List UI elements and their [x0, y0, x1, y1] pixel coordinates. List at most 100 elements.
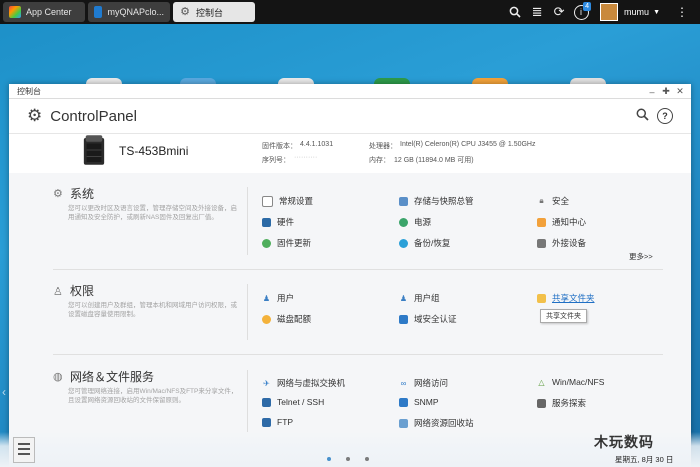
quota-icon	[262, 314, 271, 324]
event-notification-icon[interactable]: i 4	[570, 0, 592, 24]
minimize-icon[interactable]: –	[645, 87, 659, 97]
item-label: 固件更新	[277, 238, 312, 248]
item-telnet-ssh[interactable]: Telnet / SSH	[262, 397, 324, 407]
item-user-groups[interactable]: ♟ 用户组	[399, 292, 440, 304]
hardware-icon	[262, 217, 271, 227]
item-users[interactable]: ♟ 用户	[262, 292, 294, 304]
divider	[53, 354, 663, 355]
section-title-privilege: 权限	[70, 284, 95, 298]
date-display: 星期五, 8月 30 日	[615, 455, 674, 464]
section-title-network: 网络＆文件服务	[70, 370, 155, 384]
divider	[247, 187, 248, 255]
more-link[interactable]: 更多>>	[629, 251, 653, 262]
item-label: 存储与快照总管	[414, 196, 474, 206]
taskbar-right: ≣ ⟳ i 4 mumu ▼ ⋮	[504, 0, 700, 24]
item-firmware-update[interactable]: 固件更新	[262, 237, 311, 249]
user-icon: ♟	[262, 293, 271, 303]
more-options-icon[interactable]: ⋮	[670, 5, 694, 19]
item-snmp[interactable]: SNMP	[399, 397, 439, 407]
window-titlebar[interactable]: 控制台 – ✚ ✕	[9, 84, 691, 99]
item-shared-folders[interactable]: 共享文件夹	[537, 292, 595, 304]
page-dot[interactable]	[365, 457, 369, 461]
tab-control-panel[interactable]: ⚙ 控制台	[173, 2, 255, 22]
item-label: 常规设置	[279, 196, 314, 206]
tab-myqnapcloud[interactable]: myQNAPclo...	[88, 2, 170, 22]
menu-line	[18, 448, 30, 450]
divider	[247, 370, 248, 432]
item-label: 域安全认证	[414, 314, 457, 324]
close-icon[interactable]: ✕	[673, 86, 687, 97]
item-label: 网络访问	[414, 378, 449, 388]
power-icon	[399, 217, 408, 227]
device-model: TS-453Bmini	[119, 144, 189, 158]
item-service-discovery[interactable]: 服务探索	[537, 397, 586, 409]
section-desc-network: 您可管理网络连接，启用Win/Mac/NFS及FTP来分享文件，且设置网络资源回…	[68, 388, 238, 404]
item-general-settings[interactable]: 常规设置	[262, 195, 313, 207]
window-controls: – ✚ ✕	[645, 84, 687, 99]
chevron-down-icon[interactable]: ▼	[653, 9, 660, 16]
item-label: Telnet / SSH	[277, 397, 325, 407]
item-label: 网络资源回收站	[414, 418, 474, 428]
search-icon[interactable]	[636, 108, 649, 124]
menu-line	[18, 453, 30, 455]
item-label: 磁盘配额	[277, 314, 312, 324]
external-device-icon	[537, 238, 546, 248]
avatar[interactable]	[600, 3, 619, 21]
taskbar: App Center myQNAPclo... ⚙ 控制台 ≣ ⟳ i 4 mu…	[0, 0, 700, 24]
item-label: 电源	[414, 217, 432, 227]
item-power[interactable]: 电源	[399, 216, 431, 228]
nas-device-icon	[83, 135, 105, 165]
tooltip: 共享文件夹	[540, 309, 587, 323]
page-dot[interactable]	[346, 457, 350, 461]
search-icon[interactable]	[504, 0, 526, 24]
item-win-mac-nfs[interactable]: △ Win/Mac/NFS	[537, 377, 604, 387]
user-group-icon: ♟	[399, 293, 408, 303]
tab-app-center[interactable]: App Center	[3, 2, 85, 22]
firmware-update-icon	[262, 238, 271, 248]
menu-line	[18, 443, 30, 445]
divider	[53, 269, 663, 270]
item-network-access[interactable]: ∞ 网络访问	[399, 377, 448, 389]
item-backup-restore[interactable]: 备份/恢复	[399, 237, 450, 249]
item-disk-quota[interactable]: 磁盘配额	[262, 313, 311, 325]
section-desc-system: 您可以更改时区及语言设置，管理存储空间及外接设备，启用通知及安全防护，或刷新NA…	[68, 205, 237, 221]
snmp-icon	[399, 397, 408, 407]
general-settings-icon	[262, 195, 273, 207]
serial-label: 序列号：	[262, 157, 290, 164]
network-access-icon: ∞	[400, 378, 407, 388]
desktop-prev-arrow-icon[interactable]: ‹	[2, 385, 6, 399]
item-label: 安全	[552, 196, 570, 206]
item-label: Win/Mac/NFS	[552, 377, 605, 387]
username[interactable]: mumu	[624, 7, 649, 17]
item-network-recycle-bin[interactable]: 网络资源回收站	[399, 417, 474, 429]
page-dot[interactable]	[327, 457, 331, 461]
help-icon[interactable]: ?	[657, 108, 673, 124]
notification-badge: 4	[583, 2, 592, 11]
item-external-device[interactable]: 外接设备	[537, 237, 586, 249]
item-label: 用户	[277, 293, 295, 303]
background-task-icon[interactable]: ≣	[526, 0, 548, 24]
item-label: 硬件	[277, 217, 295, 227]
maximize-icon[interactable]: ✚	[659, 86, 673, 97]
firmware-label: 固件版本：	[262, 143, 297, 150]
myqnapcloud-icon	[94, 6, 103, 18]
item-ftp[interactable]: FTP	[262, 417, 293, 427]
item-security[interactable]: 🔒︎ 安全	[537, 195, 569, 207]
app-center-icon	[9, 6, 21, 18]
main-menu-icon[interactable]	[13, 437, 35, 463]
window-title: 控制台	[17, 86, 41, 96]
external-device-icon[interactable]: ⟳	[548, 0, 570, 24]
item-domain-security[interactable]: 域安全认证	[399, 313, 457, 325]
item-storage-snapshots[interactable]: 存储与快照总管	[399, 195, 474, 207]
header-tools: ?	[636, 108, 673, 124]
item-network-virtual-switch[interactable]: ✈︎ 网络与虚拟交换机	[262, 377, 345, 389]
item-notification-center[interactable]: 通知中心	[537, 216, 586, 228]
tab-label: 控制台	[196, 7, 224, 18]
recycle-bin-icon	[399, 418, 408, 428]
item-label: 备份/恢复	[414, 238, 451, 248]
gear-icon: ⚙	[180, 6, 190, 18]
item-hardware[interactable]: 硬件	[262, 216, 294, 228]
item-label: 外接设备	[552, 238, 587, 248]
backup-icon	[399, 238, 408, 248]
control-panel-header: ⚙ ControlPanel ?	[9, 99, 691, 134]
